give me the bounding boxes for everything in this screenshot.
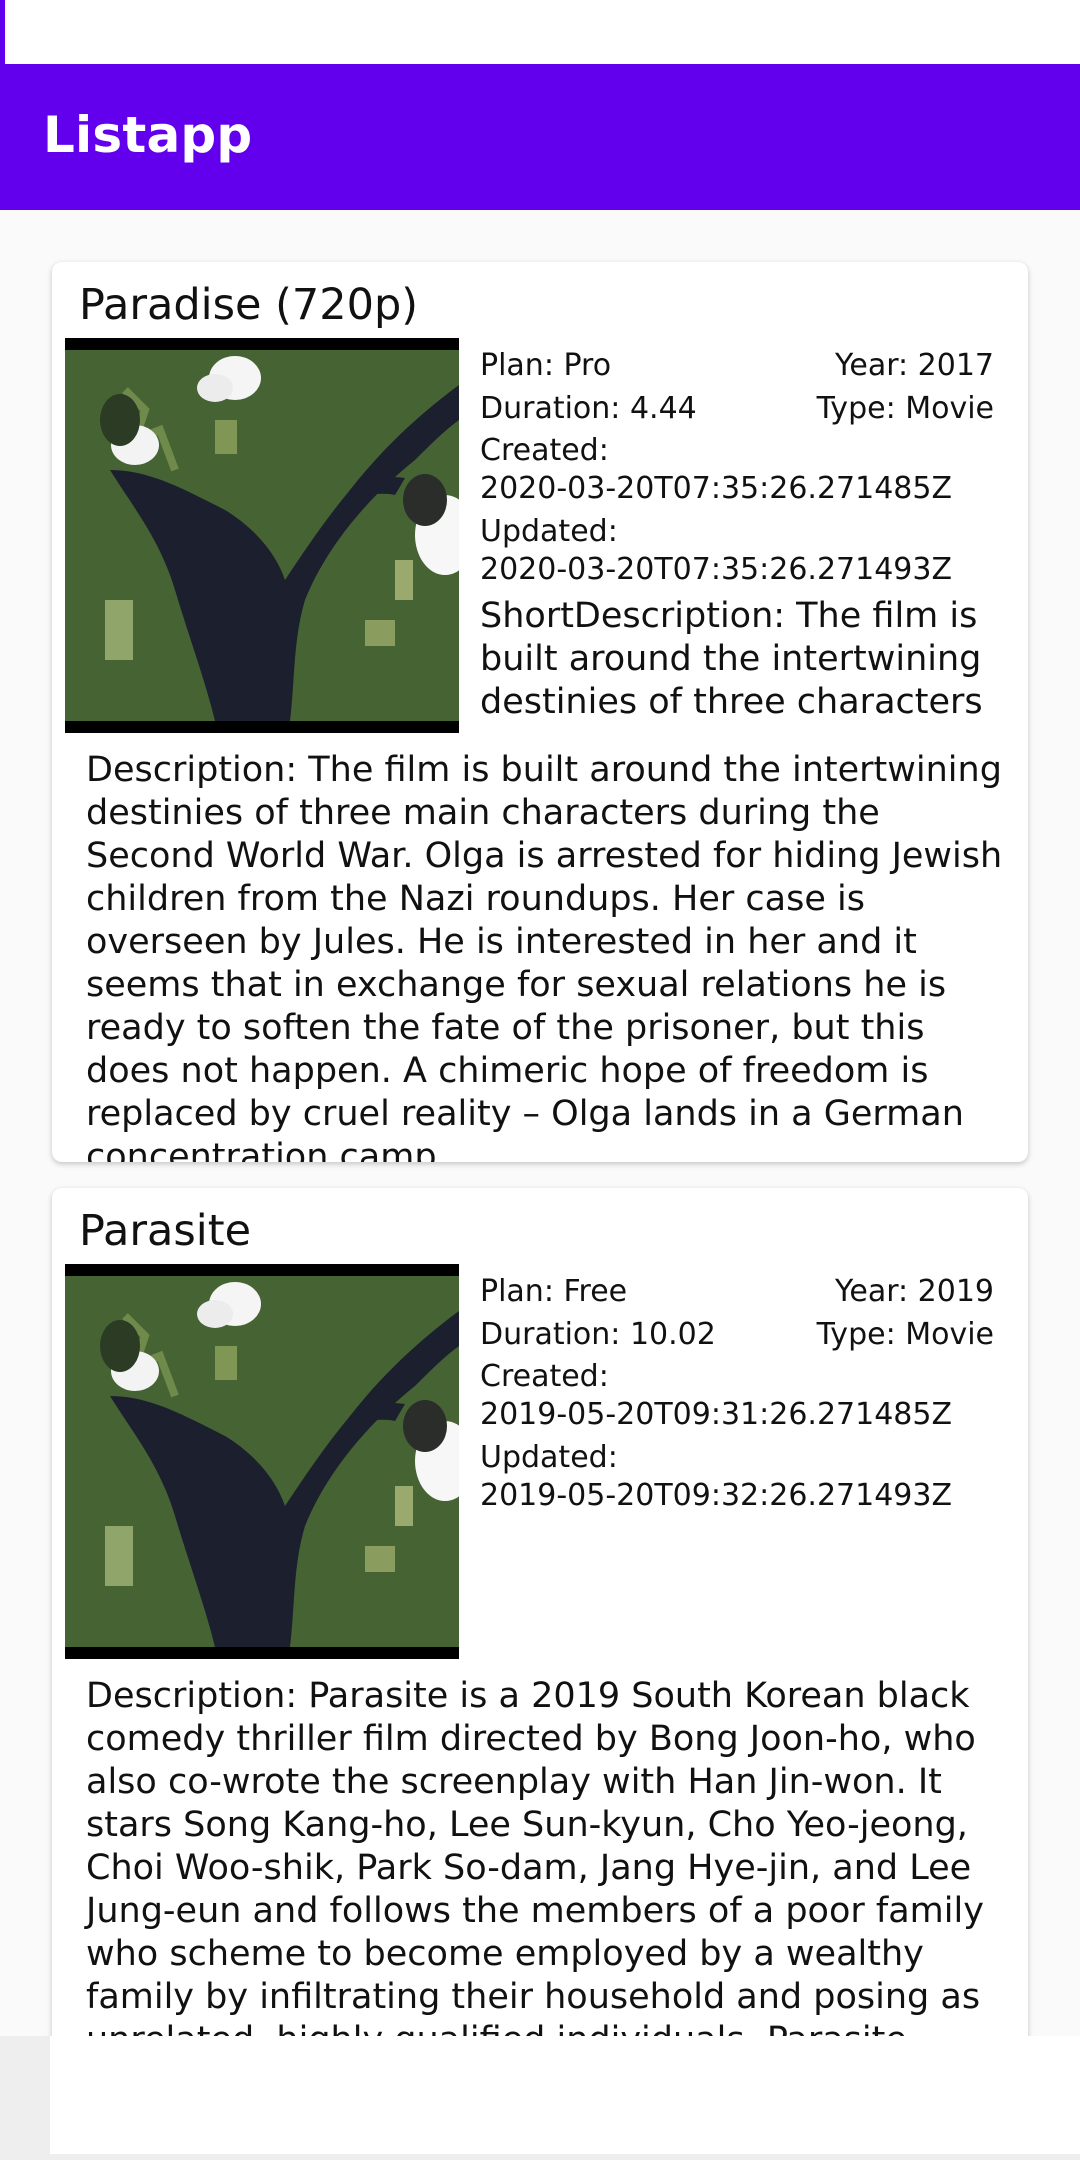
- plan-label: Plan: Pro: [480, 348, 612, 383]
- status-bar: [0, 0, 1080, 64]
- updated-label: Updated:: [480, 1440, 618, 1475]
- created-value: 2019-05-20T09:31:26.271485Z: [480, 1397, 953, 1432]
- movie-title: Paradise (720p): [79, 280, 419, 330]
- duration-label: Duration: 4.44: [480, 391, 697, 426]
- movie-card[interactable]: Paradise (720p) Plan: Pro Year: 2017 Dur…: [52, 262, 1028, 1162]
- updated-block: Updated: 2020-03-20T07:35:26.271493Z: [480, 513, 994, 589]
- short-description: ShortDescription: The film is built arou…: [480, 596, 983, 722]
- type-label: Type: Movie: [816, 391, 994, 426]
- year-label: Year: 2017: [835, 348, 994, 383]
- created-value: 2020-03-20T07:35:26.271485Z: [480, 471, 953, 506]
- movie-meta: Plan: Pro Year: 2017 Duration: 4.44 Type…: [480, 344, 994, 724]
- duration-label: Duration: 10.02: [480, 1317, 716, 1352]
- aerial-lake-image: [65, 1276, 459, 1647]
- movie-meta: Plan: Free Year: 2019 Duration: 10.02 Ty…: [480, 1270, 994, 1521]
- bottom-panel: [50, 2036, 1080, 2154]
- movie-list[interactable]: Paradise (720p) Plan: Pro Year: 2017 Dur…: [0, 210, 1080, 2036]
- created-block: Created: 2020-03-20T07:35:26.271485Z: [480, 432, 994, 508]
- bottom-bar: [0, 2036, 1080, 2160]
- movie-thumbnail: [65, 1264, 459, 1659]
- created-label: Created:: [480, 433, 609, 468]
- app-title: Listapp: [43, 106, 253, 164]
- plan-label: Plan: Free: [480, 1274, 628, 1309]
- updated-block: Updated: 2019-05-20T09:32:26.271493Z: [480, 1439, 994, 1515]
- app-bar: Listapp: [0, 64, 1080, 210]
- updated-value: 2020-03-20T07:35:26.271493Z: [480, 552, 953, 587]
- year-label: Year: 2019: [835, 1274, 994, 1309]
- type-label: Type: Movie: [816, 1317, 994, 1352]
- movie-description: Description: The film is built around th…: [86, 750, 1003, 1162]
- aerial-lake-image: [65, 350, 459, 721]
- created-label: Created:: [480, 1359, 609, 1394]
- movie-card[interactable]: Parasite Plan: Free Year: 2019 Duration:…: [52, 1188, 1028, 2036]
- created-block: Created: 2019-05-20T09:31:26.271485Z: [480, 1358, 994, 1434]
- updated-label: Updated:: [480, 514, 618, 549]
- movie-title: Parasite: [79, 1206, 252, 1256]
- movie-description: Description: Parasite is a 2019 South Ko…: [86, 1676, 984, 2036]
- updated-value: 2019-05-20T09:32:26.271493Z: [480, 1478, 953, 1513]
- movie-thumbnail: [65, 338, 459, 733]
